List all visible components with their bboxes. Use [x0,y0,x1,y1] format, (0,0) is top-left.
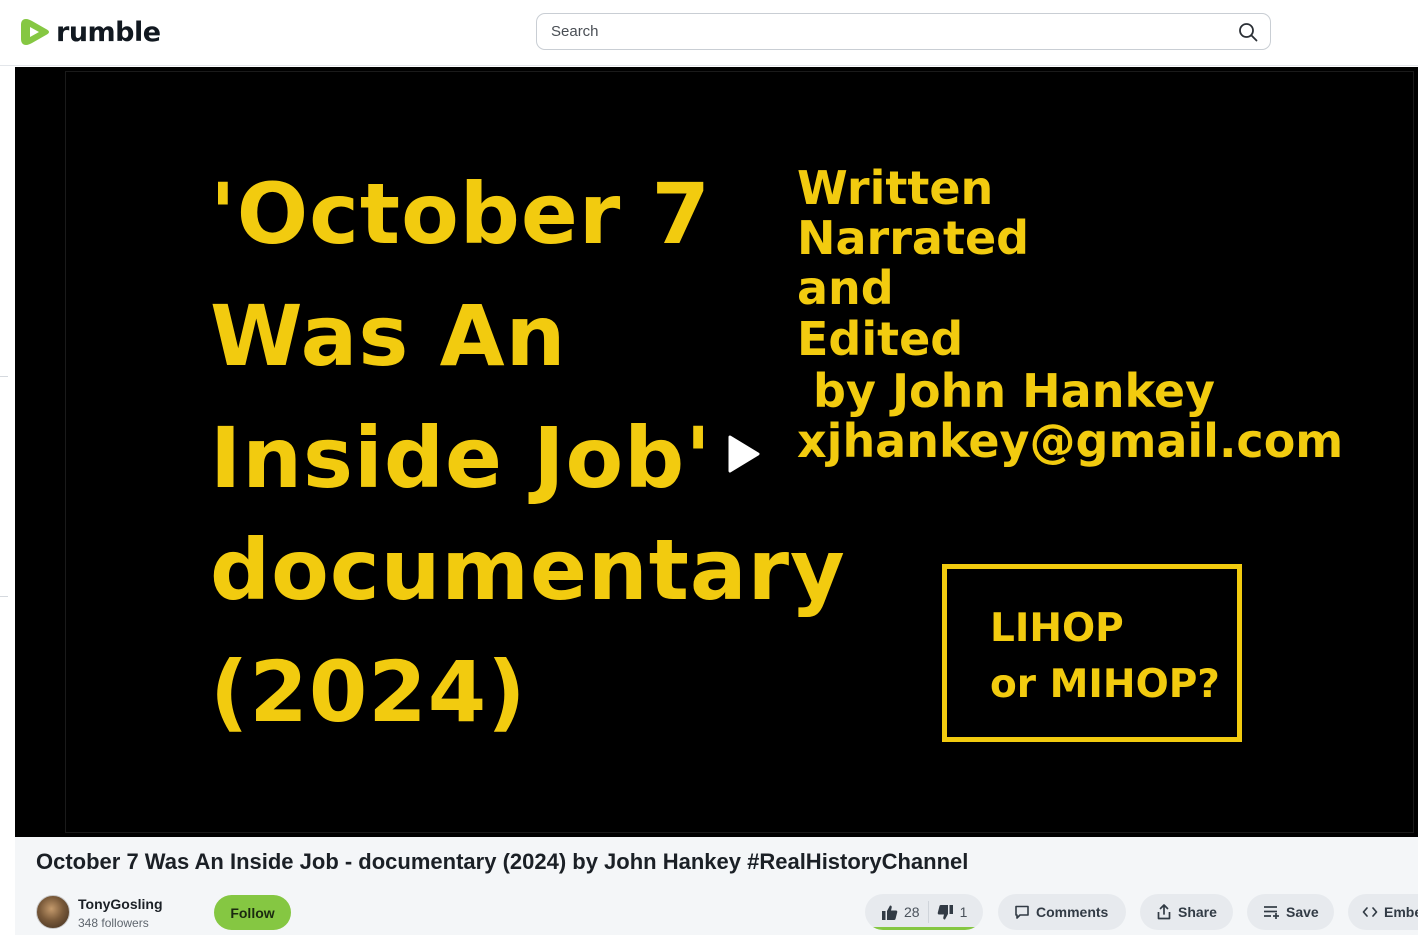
rating-ratio-bar [871,927,977,930]
share-button[interactable]: Share [1140,894,1233,930]
frame-box-line: LIHOP [990,606,1124,651]
frame-credit-line: Written [797,161,994,215]
comments-label: Comments [1036,904,1109,920]
play-icon[interactable] [727,435,761,473]
embed-label: Embed [1384,904,1418,920]
avatar[interactable] [36,895,70,929]
share-label: Share [1178,904,1217,920]
follow-button[interactable]: Follow [214,895,291,930]
save-playlist-icon [1264,906,1279,919]
like-count: 28 [904,904,920,920]
video-info: October 7 Was An Inside Job - documentar… [15,837,1418,935]
frame-credit-line: Edited [797,312,964,366]
video-title: October 7 Was An Inside Job - documentar… [36,849,969,874]
share-icon [1157,904,1171,920]
frame-title-line: Was An [210,287,567,385]
embed-button[interactable]: Embed [1348,894,1418,930]
frame-credit-line: and [797,261,894,315]
frame-title-line: Inside Job' [210,409,712,507]
dislike-button[interactable]: 1 [937,894,968,930]
save-label: Save [1286,904,1319,920]
site-header: rumble [0,0,1418,66]
frame-title-line: 'October 7 [210,165,711,263]
frame-box-line: or MIHOP? [990,662,1220,707]
rating-divider [927,901,929,923]
video-player[interactable]: 'October 7 Was An Inside Job' documentar… [15,67,1418,837]
logo-wordmark: rumble [56,16,161,48]
rumble-logo[interactable]: rumble [20,15,161,49]
channel-name[interactable]: TonyGosling [78,896,163,912]
edge-divider [0,596,8,597]
frame-title-line: documentary [210,521,846,619]
edge-divider [0,376,8,377]
search-input[interactable] [551,14,1231,49]
comments-button[interactable]: Comments [998,894,1126,930]
rumble-logo-icon [21,19,49,45]
search-icon[interactable] [1238,22,1258,42]
frame-question-box: LIHOP or MIHOP? [942,564,1242,742]
frame-credit-line: by John Hankey [797,364,1215,418]
dislike-count: 1 [959,904,968,920]
follower-count: 348 followers [78,916,149,930]
comment-icon [1015,905,1029,919]
frame-title-line: (2024) [210,643,527,741]
sidebar-edge [0,67,15,935]
rating-control: 28 1 [865,894,983,930]
thumbs-down-icon [937,904,953,919]
frame-credit-line: xjhankey@gmail.com [797,414,1344,468]
frame-credit-line: Narrated [797,211,1030,265]
thumbs-up-icon [882,905,898,920]
embed-code-icon [1362,907,1378,917]
search-bar [536,13,1271,50]
save-button[interactable]: Save [1247,894,1334,930]
like-button[interactable]: 28 [865,894,920,930]
